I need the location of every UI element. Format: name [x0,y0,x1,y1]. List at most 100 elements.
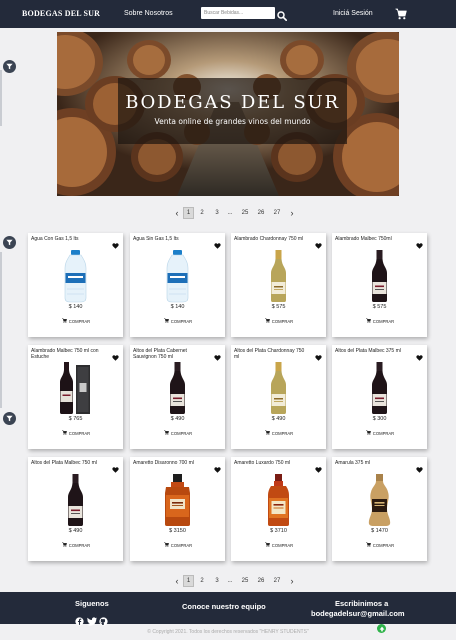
buy-label: COMPRAR [271,319,294,324]
product-card[interactable]: Alambrado Malbec 750ml $ 575 COMPRAR [332,233,427,337]
product-card[interactable]: Altos del Plata Malbec 750 ml $ 490 COMPRA… [28,457,123,561]
buy-label: COMPRAR [170,319,193,324]
filter-button[interactable] [3,236,16,249]
about-link[interactable]: Sobre Nosotros [124,10,173,17]
buy-button[interactable]: COMPRAR [158,318,198,326]
next-page-button[interactable]: › [287,207,297,219]
cart-icon [164,430,169,438]
contact-email[interactable]: bodegadelsur@gmail.com [311,609,405,618]
heart-icon[interactable] [315,236,322,254]
search-icon[interactable] [277,8,288,26]
cart-icon [366,430,371,438]
social-title: Siguenos [75,599,109,608]
product-image[interactable] [50,361,101,415]
page-button[interactable]: 2 [197,575,207,587]
product-card[interactable]: Amarula 375 ml $ 1470 COMPRAR [332,457,427,561]
product-card[interactable]: Amaretto Luxardo 750 ml $ 3710 COMPRAR [231,457,326,561]
cart-icon [366,542,371,550]
product-image[interactable] [354,473,405,527]
product-card[interactable]: Amaretto Disaronno 700 ml $ 3150 COMPRAR [130,457,225,561]
product-card[interactable]: Agua Con Gas 1,5 lts $ 140 COMPRAR [28,233,123,337]
heart-icon[interactable] [214,236,221,254]
page-button[interactable]: 3 [212,207,222,219]
search-input[interactable] [201,7,275,19]
heart-icon[interactable] [315,348,322,366]
product-image[interactable] [354,361,405,415]
buy-button[interactable]: COMPRAR [56,318,96,326]
heart-icon[interactable] [416,460,423,478]
buy-button[interactable]: COMPRAR [259,430,299,438]
next-page-button[interactable]: › [287,575,297,587]
product-image[interactable] [50,249,101,303]
cart-icon[interactable] [395,7,407,25]
cart-icon [366,318,371,326]
buy-label: COMPRAR [170,543,193,548]
heart-icon[interactable] [112,236,119,254]
scroll-top-button[interactable] [377,624,386,633]
product-image[interactable] [152,249,203,303]
contact-title: Escribinimos a [335,599,389,608]
buy-button[interactable]: COMPRAR [56,430,96,438]
page-button[interactable]: 27 [271,575,283,587]
buy-button[interactable]: COMPRAR [360,318,400,326]
page-button[interactable]: 3 [212,575,222,587]
page-button[interactable]: 25 [239,575,251,587]
product-card[interactable]: Altos del Plata Malbec 375 ml $ 300 COMPRA… [332,345,427,449]
product-image[interactable] [253,473,304,527]
filter-icon [6,415,13,422]
page-button[interactable]: 26 [255,207,267,219]
hero-subtitle: Venta online de grandes vinos del mundo [154,117,311,126]
heart-icon[interactable] [214,460,221,478]
product-card[interactable]: Agua Sin Gas 1,5 lts $ 140 COMPRAR [130,233,225,337]
buy-label: COMPRAR [372,543,395,548]
cart-icon [164,318,169,326]
heart-icon[interactable] [416,348,423,366]
product-card[interactable]: Alambrado Malbec 750 ml con Estuche $ 765… [28,345,123,449]
product-image[interactable] [253,361,304,415]
product-card[interactable]: Altos del Plata Chardonnay 750 ml $ 490 CO… [231,345,326,449]
heart-icon[interactable] [112,348,119,366]
login-link[interactable]: Iniciá Sesión [333,10,373,17]
filter-button[interactable] [3,412,16,425]
product-name: Amaretto Luxardo 750 ml [234,460,291,466]
buy-button[interactable]: COMPRAR [360,430,400,438]
product-image[interactable] [354,249,405,303]
heart-icon[interactable] [416,236,423,254]
product-image[interactable] [253,249,304,303]
prev-page-button[interactable]: ‹ [172,575,182,587]
team-link[interactable]: Conoce nuestro equipo [182,602,266,611]
buy-label: COMPRAR [372,319,395,324]
product-card[interactable]: Altos del Plata Cabernet Sauvignon 750 m… [130,345,225,449]
product-image[interactable] [152,473,203,527]
buy-label: COMPRAR [271,431,294,436]
page-button[interactable]: 27 [271,207,283,219]
product-image[interactable] [152,361,203,415]
buy-button[interactable]: COMPRAR [259,542,299,550]
buy-button[interactable]: COMPRAR [360,542,400,550]
cart-icon [164,542,169,550]
hero-title: BODEGAS DEL SUR [125,92,340,113]
heart-icon[interactable] [112,460,119,478]
buy-button[interactable]: COMPRAR [158,542,198,550]
product-price: $ 490 [170,416,185,422]
buy-button[interactable]: COMPRAR [259,318,299,326]
heart-icon[interactable] [315,460,322,478]
product-card[interactable]: Alambrado Chardonnay 750 ml $ 575 COMPRAR [231,233,326,337]
page-button[interactable]: 1 [183,207,194,219]
product-price: $ 575 [271,304,286,310]
cart-icon [62,318,67,326]
page-button[interactable]: 25 [239,207,251,219]
brand-logo[interactable]: BODEGAS DEL SUR [22,9,100,18]
product-name: Amaretto Disaronno 700 ml [133,460,194,466]
prev-page-button[interactable]: ‹ [172,207,182,219]
product-image[interactable] [50,473,101,527]
page-button[interactable]: 2 [197,207,207,219]
heart-icon[interactable] [214,348,221,366]
navbar: BODEGAS DEL SUR Sobre Nosotros Iniciá Se… [0,0,456,28]
filter-button[interactable] [3,60,16,73]
buy-button[interactable]: COMPRAR [56,542,96,550]
page-button[interactable]: 1 [183,575,194,587]
page-button[interactable]: 26 [255,575,267,587]
buy-button[interactable]: COMPRAR [158,430,198,438]
hero-banner: BODEGAS DEL SUR Venta online de grandes … [57,32,399,196]
